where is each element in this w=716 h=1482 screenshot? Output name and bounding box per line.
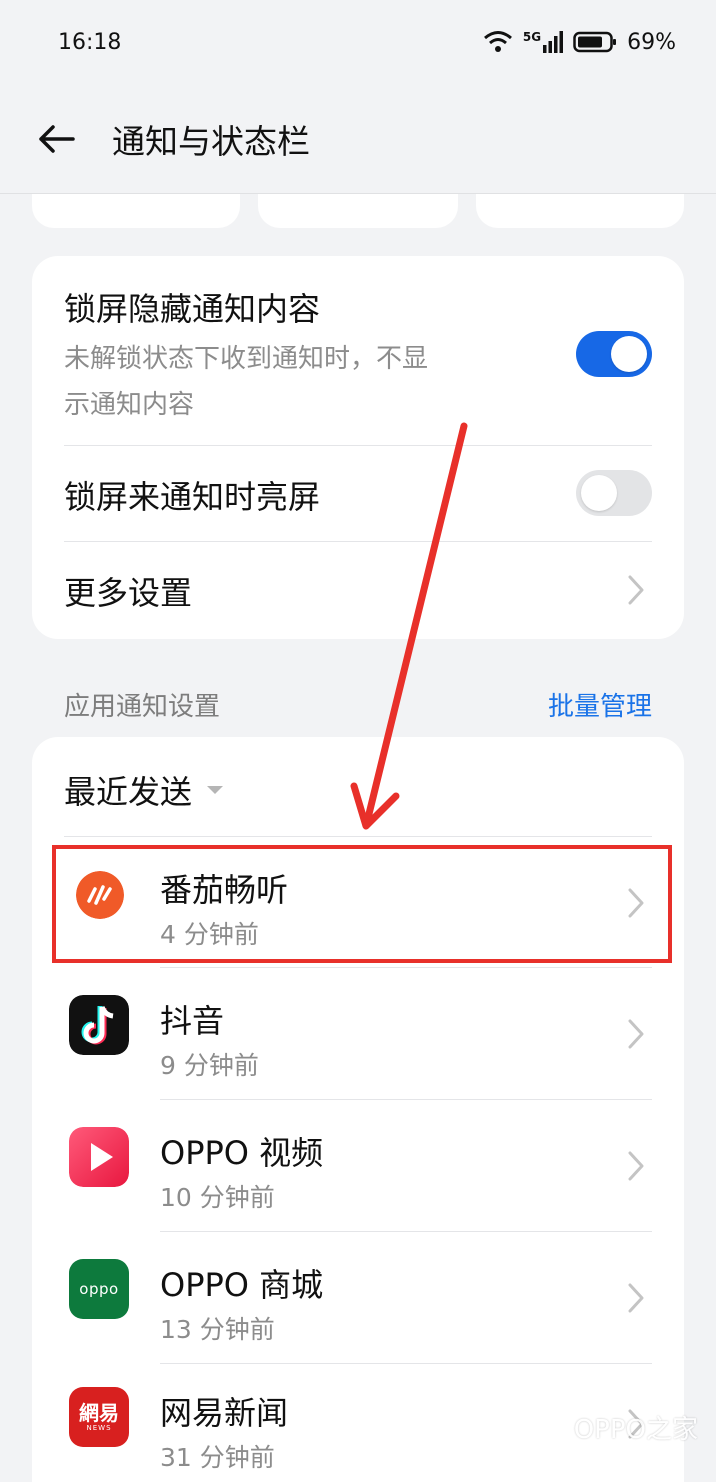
netease-icon-text: 網易	[79, 1400, 119, 1425]
more-settings-row[interactable]: 更多设置	[32, 542, 684, 639]
app-last-sent: 31 分钟前	[160, 1443, 275, 1472]
netease-news-icon: 網易 NEWS	[69, 1387, 129, 1447]
hide-content-title: 锁屏隐藏通知内容	[64, 290, 321, 328]
wake-screen-title: 锁屏来通知时亮屏	[64, 478, 321, 516]
network-type: 5G	[522, 30, 542, 44]
batch-manage-button[interactable]: 批量管理	[548, 686, 652, 723]
scrolled-cards	[0, 194, 716, 228]
oppo-store-icon-text: oppo	[79, 1280, 119, 1298]
caret-down-icon	[207, 786, 224, 794]
netease-icon-subtext: NEWS	[86, 1423, 112, 1432]
oppo-video-icon	[69, 1127, 129, 1187]
app-last-sent: 10 分钟前	[160, 1183, 275, 1212]
watermark: OPPO之家	[522, 1402, 698, 1452]
sort-label: 最近发送	[64, 773, 193, 811]
wake-screen-toggle[interactable]	[576, 470, 652, 516]
sort-dropdown[interactable]: 最近发送	[64, 767, 224, 813]
back-arrow-icon	[39, 124, 75, 153]
wake-screen-row[interactable]: 锁屏来通知时亮屏	[32, 446, 684, 541]
scrolled-card-2[interactable]	[258, 194, 458, 228]
hide-content-toggle[interactable]	[576, 331, 652, 377]
oppo-home-logo-icon	[524, 1404, 564, 1451]
app-name: 网易新闻	[160, 1394, 289, 1432]
app-last-sent: 13 分钟前	[160, 1315, 275, 1344]
chevron-right-icon	[628, 575, 644, 605]
title-bar: 通知与状态栏	[0, 84, 716, 194]
scrolled-card-1[interactable]	[32, 194, 240, 228]
battery-icon	[573, 31, 617, 53]
hide-content-desc-1: 未解锁状态下收到通知时，不显	[64, 344, 429, 374]
oppo-store-icon: oppo	[69, 1259, 129, 1319]
douyin-icon	[69, 995, 129, 1055]
app-row-oppo-store[interactable]: oppo OPPO 商城 13 分钟前	[32, 1232, 684, 1363]
chevron-right-icon	[628, 1019, 644, 1049]
page-title: 通知与状态栏	[112, 121, 310, 161]
app-name: OPPO 视频	[160, 1134, 324, 1172]
toggle-knob	[611, 336, 647, 372]
watermark-text: OPPO之家	[573, 1414, 698, 1445]
more-settings-title: 更多设置	[64, 574, 193, 612]
battery-level: 69%	[627, 29, 676, 55]
hide-content-desc-2: 示通知内容	[64, 390, 195, 420]
status-time: 16:18	[58, 29, 122, 55]
app-name: OPPO 商城	[160, 1266, 324, 1304]
app-notification-section-label: 应用通知设置	[64, 692, 221, 722]
app-row-douyin[interactable]: 抖音 9 分钟前	[32, 968, 684, 1099]
chevron-right-icon	[628, 1151, 644, 1181]
annotation-highlight-box	[52, 845, 672, 963]
lock-screen-card: 锁屏隐藏通知内容 未解锁状态下收到通知时，不显 示通知内容 锁屏来通知时亮屏 更…	[32, 256, 684, 639]
app-last-sent: 9 分钟前	[160, 1051, 259, 1080]
app-row-oppo-video[interactable]: OPPO 视频 10 分钟前	[32, 1100, 684, 1231]
hide-content-row[interactable]: 锁屏隐藏通知内容 未解锁状态下收到通知时，不显 示通知内容	[32, 256, 684, 446]
toggle-knob	[581, 475, 617, 511]
signal-icon: 5G	[522, 30, 564, 53]
wifi-icon	[483, 31, 512, 52]
status-bar: 16:18 5G 69%	[0, 0, 716, 84]
app-name: 抖音	[160, 1002, 225, 1040]
scrolled-card-3[interactable]	[476, 194, 684, 228]
chevron-right-icon	[628, 1283, 644, 1313]
back-button[interactable]	[36, 119, 76, 159]
